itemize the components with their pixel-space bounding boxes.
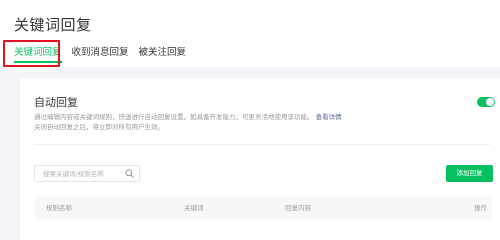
search-icon[interactable] <box>125 169 134 178</box>
divider <box>34 144 490 145</box>
add-reply-button[interactable]: 添加回复 <box>446 165 493 182</box>
table-header: 规则名称 关键词 回复内容 操作 <box>34 197 492 219</box>
page-title: 关键词回复 <box>14 16 92 34</box>
column-header-rule-name: 规则名称 <box>46 204 72 212</box>
description-text: 通过编辑内容或关键词规则，快速进行自动回复设置。如具备开发能力，可更灵活地使用该… <box>34 113 314 121</box>
column-header-actions: 操作 <box>474 204 487 212</box>
auto-reply-title: 自动回复 <box>34 96 78 109</box>
column-header-reply-content: 回复内容 <box>285 204 311 212</box>
auto-reply-card: 自动回复 通过编辑内容或关键词规则，快速进行自动回复设置。如具备开发能力，可更灵… <box>20 78 500 240</box>
column-header-keyword: 关键词 <box>184 204 204 212</box>
tab-message-reply[interactable]: 收到消息回复 <box>72 46 129 63</box>
toggle-knob <box>486 98 494 106</box>
description-text-2: 关闭自动回复之后，将立即对所有用户生效。 <box>34 123 164 131</box>
search-box <box>34 165 140 182</box>
auto-reply-description: 通过编辑内容或关键词规则，快速进行自动回复设置。如具备开发能力，可更灵活地使用该… <box>34 112 444 132</box>
tab-follow-reply[interactable]: 被关注回复 <box>139 46 187 63</box>
active-tab-highlight-box <box>3 40 60 67</box>
page-header: 关键词回复 关键词回复 收到消息回复 被关注回复 <box>0 0 500 67</box>
search-input[interactable] <box>35 166 123 181</box>
auto-reply-toggle[interactable] <box>477 97 495 107</box>
view-details-link[interactable]: 查看详情 <box>316 113 342 121</box>
